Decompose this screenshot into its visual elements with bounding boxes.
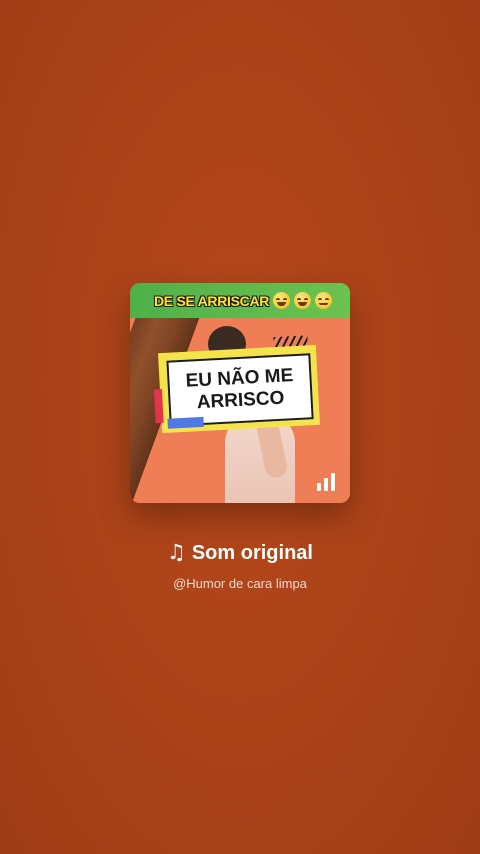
- caption-line-2: ARRISCO: [196, 387, 285, 414]
- cover-banner-text: DE SE ARRISCAR: [154, 292, 270, 309]
- cover-top-banner: DE SE ARRISCAR: [130, 283, 350, 318]
- laughing-emoji-icon: [273, 292, 291, 309]
- audio-page: DE SE ARRISCAR EU NÃO ME ARRISCO ♫ Som o…: [0, 0, 480, 854]
- music-note-icon: ♫: [167, 540, 186, 564]
- caption-panel: EU NÃO ME ARRISCO: [166, 353, 314, 427]
- audio-author-link[interactable]: @Humor de cara limpa: [0, 575, 480, 593]
- cover-caption: EU NÃO ME ARRISCO: [153, 335, 320, 434]
- caption-stripes-decoration: [273, 335, 308, 348]
- audio-title: Som original: [191, 542, 313, 564]
- audio-title-row[interactable]: ♫ Som original: [0, 538, 480, 567]
- laughing-emoji-icon: [294, 292, 312, 309]
- relieved-emoji-icon: [315, 292, 333, 309]
- audio-bars-icon: [317, 473, 337, 491]
- caption-blue-accent: [167, 416, 204, 429]
- cover-photo: EU NÃO ME ARRISCO: [130, 318, 350, 503]
- caption-red-accent: [153, 389, 164, 424]
- audio-cover-art[interactable]: DE SE ARRISCAR EU NÃO ME ARRISCO: [130, 283, 350, 503]
